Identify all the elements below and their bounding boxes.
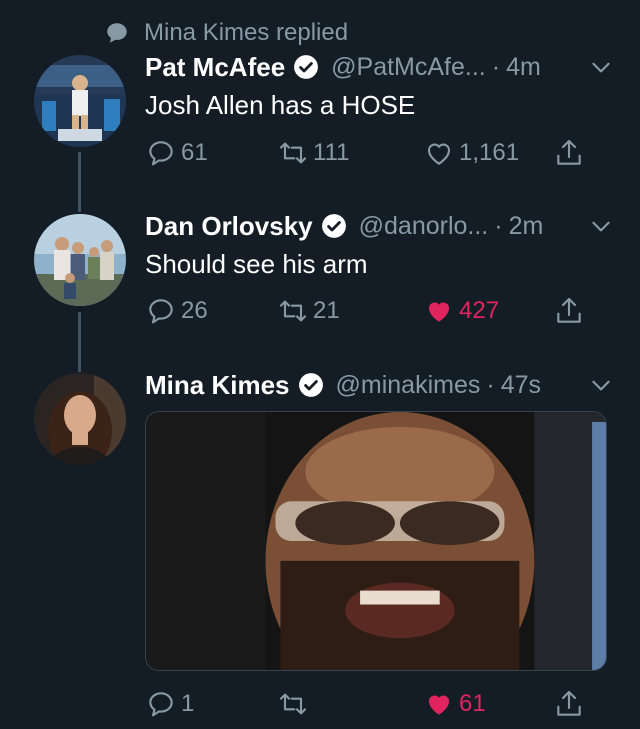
retweet-count: 21	[313, 297, 340, 324]
avatar[interactable]	[34, 373, 126, 465]
speech-bubble-icon	[107, 23, 127, 43]
share-button[interactable]	[553, 133, 585, 173]
share-icon	[557, 139, 581, 165]
display-name[interactable]: Dan Orlovsky	[145, 211, 313, 242]
tweet-header: Dan Orlovsky @danorlo... · 2m	[145, 207, 614, 245]
tweet-actions: 1 61	[145, 684, 595, 724]
timestamp[interactable]: 47s	[501, 371, 541, 400]
chevron-down-icon[interactable]	[588, 54, 614, 80]
retweet-button[interactable]: 111	[277, 133, 349, 173]
separator-dot: ·	[491, 52, 501, 81]
tweet-actions: 26 21 427	[145, 291, 595, 331]
like-button[interactable]: 61	[423, 684, 486, 724]
separator-dot: ·	[494, 211, 503, 240]
like-count: 1,161	[459, 139, 520, 166]
avatar[interactable]	[34, 214, 126, 306]
reply-count: 26	[181, 297, 208, 324]
tweet-text: Josh Allen has a HOSE	[145, 90, 416, 120]
chevron-down-icon[interactable]	[588, 372, 614, 398]
retweet-icon	[279, 693, 307, 715]
verified-badge-icon	[321, 214, 346, 238]
reply-context-text: Mina Kimes replied	[144, 19, 349, 46]
like-count: 61	[459, 690, 486, 717]
like-count: 427	[459, 297, 500, 324]
verified-badge-icon	[294, 55, 319, 79]
reply-count: 61	[181, 139, 208, 166]
timestamp[interactable]: 2m	[509, 212, 544, 241]
like-icon	[428, 695, 450, 715]
share-button[interactable]	[553, 291, 585, 331]
chevron-down-icon[interactable]	[588, 213, 614, 239]
retweet-icon	[279, 142, 307, 164]
handle[interactable]: @danorlo...	[359, 212, 489, 241]
reply-icon	[149, 299, 173, 324]
tweet-text: Should see his arm	[145, 249, 368, 279]
thread-line	[78, 152, 81, 212]
tweet-header: Mina Kimes @minakimes · 47s	[145, 366, 614, 404]
verified-badge-icon	[298, 373, 323, 397]
tweet-media-gif[interactable]	[145, 411, 607, 671]
display-name[interactable]: Mina Kimes	[145, 370, 290, 401]
share-icon	[557, 297, 581, 323]
like-button[interactable]: 427	[423, 291, 499, 331]
reply-context: Mina Kimes replied	[104, 18, 348, 48]
retweet-button[interactable]: 21	[277, 291, 340, 331]
share-button[interactable]	[553, 684, 585, 724]
retweet-count: 111	[313, 139, 350, 166]
like-button[interactable]: 1,161	[423, 133, 519, 173]
reply-button[interactable]: 61	[145, 133, 208, 173]
handle[interactable]: @PatMcAfe...	[331, 53, 486, 82]
reply-icon	[149, 692, 173, 717]
avatar[interactable]	[34, 55, 126, 147]
like-icon	[428, 302, 450, 322]
separator-dot: ·	[486, 370, 495, 399]
reply-button[interactable]: 1	[145, 684, 194, 724]
handle[interactable]: @minakimes	[336, 371, 481, 400]
timestamp[interactable]: 4m	[506, 53, 541, 82]
retweet-button[interactable]	[277, 684, 313, 724]
tweet-actions: 61 111 1,161	[145, 133, 595, 173]
reply-icon	[149, 141, 173, 166]
share-icon	[557, 690, 581, 716]
like-icon	[427, 143, 451, 165]
display-name[interactable]: Pat McAfee	[145, 52, 285, 83]
reply-count: 1	[181, 690, 195, 717]
retweet-icon	[279, 300, 307, 322]
thread-line	[78, 312, 81, 372]
reply-button[interactable]: 26	[145, 291, 208, 331]
tweet-header: Pat McAfee @PatMcAfe... · 4m	[145, 48, 614, 86]
